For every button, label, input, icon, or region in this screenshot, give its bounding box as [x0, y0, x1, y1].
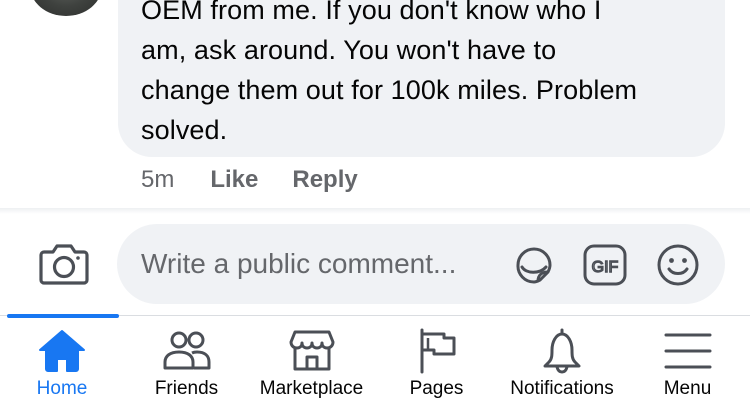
- comment-meta: 5m Like Reply: [141, 166, 392, 194]
- camera-icon: [39, 244, 89, 285]
- gif-icon[interactable]: GIF: [581, 241, 629, 289]
- bottom-tab-bar: Home Friends Marketplace Pages Notificat…: [0, 314, 750, 404]
- comment-timestamp: 5m: [141, 166, 175, 193]
- tab-menu[interactable]: Menu: [625, 316, 750, 404]
- home-icon: [39, 330, 85, 372]
- friends-icon: [163, 331, 210, 370]
- commenter-avatar[interactable]: [30, 0, 102, 16]
- menu-icon: [664, 333, 711, 369]
- tab-home-label: Home: [36, 378, 88, 399]
- like-button[interactable]: Like: [210, 166, 258, 194]
- comment-composer: Write a public comment... GIF: [0, 214, 750, 314]
- comment-bubble: OEM from me. If you don't know who I am,…: [118, 0, 725, 157]
- comment-input[interactable]: Write a public comment... GIF: [117, 224, 725, 304]
- bell-icon: [543, 328, 581, 374]
- comment-input-placeholder: Write a public comment...: [141, 248, 457, 279]
- reply-button[interactable]: Reply: [292, 166, 357, 194]
- svg-text:GIF: GIF: [592, 259, 619, 276]
- emoji-icon[interactable]: [654, 241, 702, 289]
- tab-pages[interactable]: Pages: [374, 316, 499, 404]
- tab-marketplace[interactable]: Marketplace: [249, 316, 374, 404]
- pages-flag-icon: [420, 328, 455, 374]
- marketplace-icon: [289, 330, 334, 371]
- tab-home[interactable]: Home: [0, 316, 124, 404]
- tab-notifications-label: Notifications: [510, 378, 614, 399]
- tab-marketplace-label: Marketplace: [259, 378, 364, 399]
- tab-friends[interactable]: Friends: [124, 316, 249, 404]
- camera-button[interactable]: [38, 240, 90, 288]
- sticker-icon[interactable]: [510, 241, 558, 289]
- tab-friends-label: Friends: [154, 378, 219, 399]
- tab-notifications[interactable]: Notifications: [499, 316, 625, 404]
- comment-text: OEM from me. If you don't know who I am,…: [141, 0, 638, 145]
- tab-pages-label: Pages: [409, 378, 464, 399]
- tab-menu-label: Menu: [663, 378, 712, 399]
